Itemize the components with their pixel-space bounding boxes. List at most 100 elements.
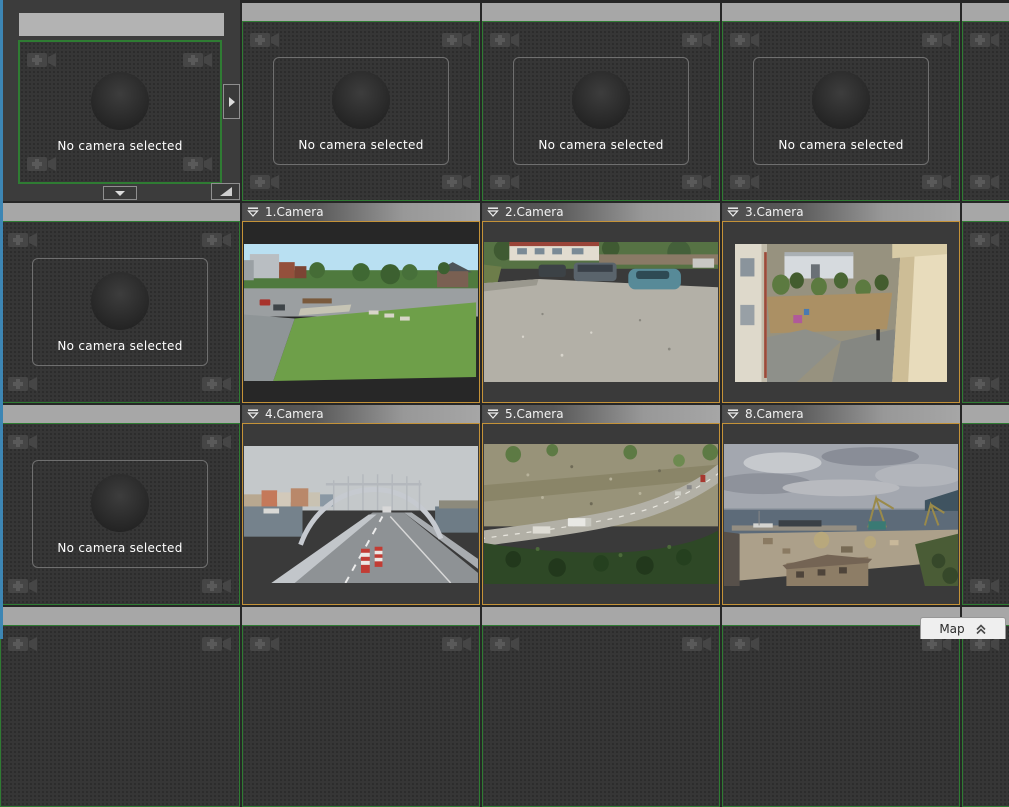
cell-header[interactable]	[962, 405, 1009, 423]
empty-camera-tile[interactable]: No camera selected	[722, 21, 960, 201]
empty-camera-tile[interactable]	[242, 625, 480, 807]
empty-camera-tile[interactable]: No camera selected	[242, 21, 480, 201]
camera-video-tile[interactable]	[242, 423, 480, 605]
camera-video-tile[interactable]	[722, 423, 960, 605]
grid-cell-empty[interactable]	[242, 607, 480, 807]
cell-header[interactable]	[962, 3, 1009, 21]
grid-cell-empty[interactable]	[962, 203, 1009, 403]
camera-video-tile[interactable]	[482, 221, 720, 403]
camera-placeholder-circle	[91, 72, 149, 130]
empty-camera-tile[interactable]	[0, 625, 240, 807]
grid-cell-empty[interactable]: No camera selected	[722, 0, 960, 201]
empty-camera-tile[interactable]	[962, 21, 1009, 201]
empty-camera-tile[interactable]	[962, 221, 1009, 403]
camera-video[interactable]	[484, 242, 718, 382]
camera-tile-3[interactable]: 3.Camera	[722, 203, 960, 403]
camera-tile-1[interactable]: 1.Camera	[242, 203, 480, 403]
grid-cell-empty[interactable]	[482, 607, 720, 807]
grid-cell-empty[interactable]: No camera selected	[0, 405, 240, 605]
add-camera-icon[interactable]	[730, 633, 760, 655]
camera-header[interactable]: 1.Camera	[242, 203, 480, 221]
selected-cell-drag-bar[interactable]	[19, 13, 224, 36]
cell-header[interactable]	[0, 203, 240, 221]
camera-name: 5.Camera	[505, 407, 564, 421]
camera-video[interactable]	[735, 244, 947, 382]
grid-cell-empty[interactable]	[0, 607, 240, 807]
no-camera-label: No camera selected	[778, 138, 903, 152]
add-camera-icon[interactable]	[970, 171, 1000, 193]
cell-header[interactable]	[962, 203, 1009, 221]
no-camera-label: No camera selected	[57, 139, 182, 153]
camera-video[interactable]	[484, 444, 718, 584]
empty-camera-tile[interactable]	[482, 625, 720, 807]
grid-cell-empty[interactable]	[962, 0, 1009, 201]
map-panel-button[interactable]: Map	[920, 617, 1006, 639]
cell-header[interactable]	[0, 405, 240, 423]
arrow-down-icon	[114, 190, 126, 197]
camera-tile-8[interactable]: 8.Camera	[722, 405, 960, 605]
camera-placeholder-circle	[91, 474, 149, 532]
video-scene-town-square	[244, 244, 478, 381]
add-camera-icon[interactable]	[970, 575, 1000, 597]
camera-video[interactable]	[244, 244, 478, 381]
add-camera-icon[interactable]	[442, 633, 472, 655]
selected-panel-edge	[0, 0, 3, 639]
add-camera-icon[interactable]	[202, 633, 232, 655]
video-scene-mountain-road	[484, 444, 718, 584]
resize-handle[interactable]	[211, 183, 240, 200]
add-camera-icon[interactable]	[8, 633, 38, 655]
add-camera-icon[interactable]	[250, 633, 280, 655]
empty-camera-tile[interactable]: No camera selected	[0, 221, 240, 403]
grid-cell-empty[interactable]: No camera selected	[242, 0, 480, 201]
funnel-down-icon[interactable]	[727, 409, 739, 419]
empty-camera-tile[interactable]: No camera selected	[18, 40, 222, 184]
expand-down-button[interactable]	[103, 186, 137, 200]
grid-cell-empty[interactable]: No camera selected	[0, 203, 240, 403]
no-camera-label: No camera selected	[57, 541, 182, 555]
add-camera-icon[interactable]	[970, 373, 1000, 395]
funnel-down-icon[interactable]	[487, 409, 499, 419]
camera-video-tile[interactable]	[722, 221, 960, 403]
add-camera-icon[interactable]	[970, 29, 1000, 51]
expand-right-button[interactable]	[223, 84, 240, 119]
camera-video-tile[interactable]	[242, 221, 480, 403]
layout-cell-selected[interactable]: No camera selected	[0, 0, 240, 201]
camera-video[interactable]	[724, 444, 958, 586]
camera-header[interactable]: 8.Camera	[722, 405, 960, 423]
video-camera-icon	[105, 89, 136, 112]
camera-tile-2[interactable]: 2.Camera	[482, 203, 720, 403]
funnel-down-icon[interactable]	[247, 207, 259, 217]
add-camera-icon[interactable]	[490, 633, 520, 655]
camera-header[interactable]: 4.Camera	[242, 405, 480, 423]
camera-tile-5[interactable]: 5.Camera	[482, 405, 720, 605]
empty-camera-tile[interactable]	[722, 625, 960, 807]
add-camera-icon[interactable]	[970, 229, 1000, 251]
empty-camera-tile[interactable]: No camera selected	[482, 21, 720, 201]
add-camera-icon[interactable]	[970, 431, 1000, 453]
no-camera-label: No camera selected	[57, 339, 182, 353]
cell-header[interactable]	[242, 607, 480, 625]
funnel-down-icon[interactable]	[727, 207, 739, 217]
grid-cell-empty[interactable]: No camera selected	[482, 0, 720, 201]
cell-header[interactable]	[722, 3, 960, 21]
camera-header[interactable]: 3.Camera	[722, 203, 960, 221]
camera-placeholder-circle	[332, 71, 390, 129]
video-scene-bridge	[244, 446, 478, 583]
funnel-down-icon[interactable]	[487, 207, 499, 217]
cell-header[interactable]	[0, 607, 240, 625]
empty-camera-tile[interactable]: No camera selected	[0, 423, 240, 605]
camera-video[interactable]	[244, 446, 478, 583]
camera-tile-4[interactable]: 4.Camera	[242, 405, 480, 605]
cell-header[interactable]	[242, 3, 480, 21]
empty-camera-tile[interactable]	[962, 625, 1009, 807]
camera-header[interactable]: 5.Camera	[482, 405, 720, 423]
cell-header[interactable]	[482, 607, 720, 625]
add-camera-icon[interactable]	[682, 633, 712, 655]
camera-video-tile[interactable]	[482, 423, 720, 605]
empty-camera-tile[interactable]	[962, 423, 1009, 605]
grid-cell-empty[interactable]	[962, 405, 1009, 605]
funnel-down-icon[interactable]	[247, 409, 259, 419]
cell-header[interactable]	[482, 3, 720, 21]
video-camera-icon	[346, 89, 377, 112]
camera-header[interactable]: 2.Camera	[482, 203, 720, 221]
